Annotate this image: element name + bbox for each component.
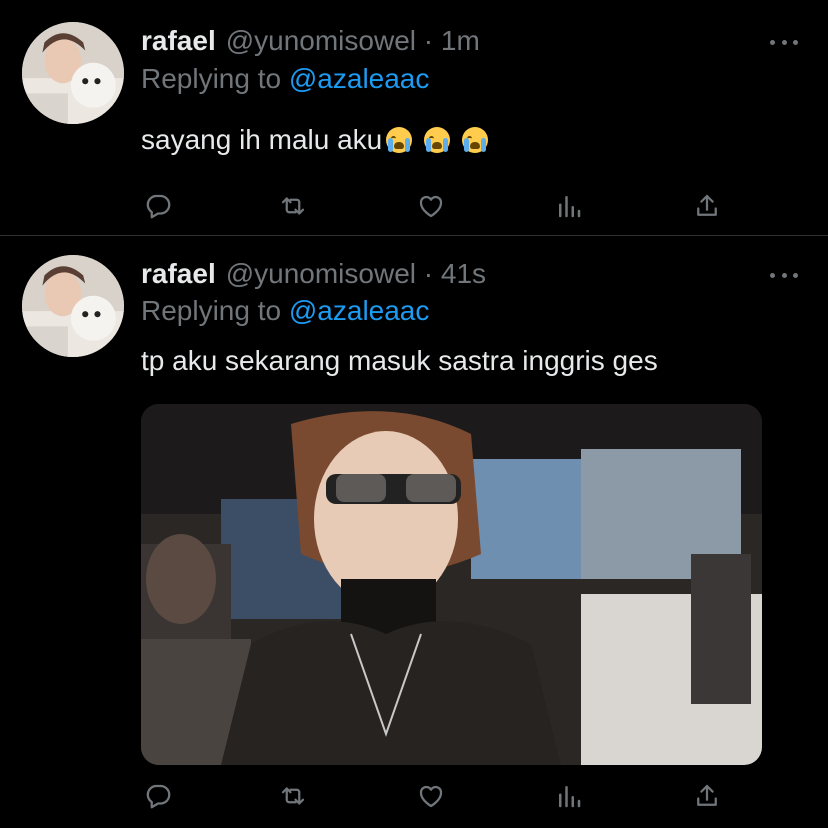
- more-options-icon[interactable]: [770, 269, 798, 281]
- tweet-text-content: tp aku sekarang masuk sastra inggris ges: [141, 345, 658, 376]
- like-icon: [419, 195, 443, 218]
- replying-to: Replying to @azaleaac: [141, 294, 429, 328]
- views-icon: [559, 196, 581, 218]
- replying-prefix: Replying to: [141, 295, 282, 326]
- timestamp[interactable]: 1m: [441, 25, 480, 56]
- tweet-text: sayang ih malu aku: [141, 122, 488, 158]
- retweet-icon: [281, 787, 305, 805]
- tweet-actions: [141, 188, 731, 224]
- share-icon: [697, 194, 717, 216]
- display-name[interactable]: rafael: [141, 258, 216, 289]
- handle[interactable]: @yunomisowel: [226, 258, 416, 289]
- share-button[interactable]: [690, 188, 724, 224]
- tweet-header: rafael @yunomisowel · 1m: [141, 24, 480, 58]
- tweet[interactable]: rafael @yunomisowel · 41s Replying to @az…: [0, 237, 828, 828]
- more-options-icon[interactable]: [770, 36, 798, 48]
- retweet-button[interactable]: [276, 188, 310, 224]
- reply-button[interactable]: [141, 778, 175, 814]
- share-button[interactable]: [690, 778, 724, 814]
- replying-to: Replying to @azaleaac: [141, 62, 429, 96]
- avatar-image: [22, 22, 124, 124]
- tweet-actions: [141, 778, 731, 814]
- tweet[interactable]: rafael @yunomisowel · 1m Replying to @aza…: [0, 0, 828, 236]
- separator: ·: [423, 258, 434, 289]
- avatar[interactable]: [22, 255, 124, 357]
- like-icon: [419, 785, 443, 808]
- mention-link[interactable]: @azaleaac: [289, 295, 430, 326]
- replying-prefix: Replying to: [141, 63, 282, 94]
- retweet-icon: [281, 197, 305, 215]
- loudly-crying-face-icon: [424, 127, 451, 153]
- loudly-crying-face-icon: [461, 127, 488, 153]
- avatar-image: [22, 255, 124, 357]
- photo-image: [141, 404, 762, 765]
- handle[interactable]: @yunomisowel: [226, 25, 416, 56]
- loudly-crying-face-icon: [386, 127, 413, 153]
- tweet-text-content: sayang ih malu aku: [141, 124, 383, 155]
- reply-icon: [146, 784, 171, 809]
- like-button[interactable]: [414, 188, 448, 224]
- like-button[interactable]: [414, 778, 448, 814]
- tweet-header: rafael @yunomisowel · 41s: [141, 257, 486, 291]
- views-button[interactable]: [552, 778, 586, 814]
- views-button[interactable]: [552, 188, 586, 224]
- display-name[interactable]: rafael: [141, 25, 216, 56]
- tweet-photo[interactable]: [141, 404, 762, 765]
- separator: ·: [423, 25, 434, 56]
- reply-icon: [146, 194, 171, 219]
- avatar[interactable]: [22, 22, 124, 124]
- reply-button[interactable]: [141, 188, 175, 224]
- timestamp[interactable]: 41s: [441, 258, 486, 289]
- share-icon: [697, 784, 717, 806]
- retweet-button[interactable]: [276, 778, 310, 814]
- tweet-text: tp aku sekarang masuk sastra inggris ges: [141, 343, 658, 379]
- views-icon: [559, 786, 581, 808]
- mention-link[interactable]: @azaleaac: [289, 63, 430, 94]
